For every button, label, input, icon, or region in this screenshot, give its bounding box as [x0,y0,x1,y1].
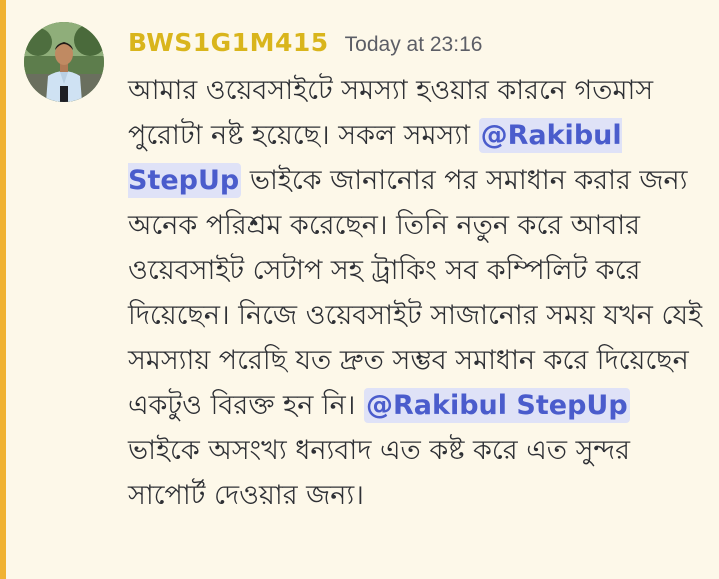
user-mention[interactable]: @Rakibul StepUp [363,388,630,423]
username[interactable]: BWS1G1M415 [128,28,329,57]
timestamp[interactable]: Today at 23:16 [345,33,483,57]
message-text: ভাইকে জানানোর পর সমাধান করার জন্য অনেক প… [128,165,703,421]
message-header: BWS1G1M415 Today at 23:16 [128,28,708,68]
avatar-image [24,22,104,102]
message-text: ভাইকে অসংখ্য ধন্যবাদ এত কষ্ট করে এত সুন্… [128,435,630,511]
mention-highlight-bar [0,0,6,579]
chat-message-container: BWS1G1M415 Today at 23:16 আমার ওয়েবসাইট… [0,0,719,579]
message: BWS1G1M415 Today at 23:16 আমার ওয়েবসাইট… [128,28,708,518]
avatar[interactable] [24,22,104,102]
message-content: আমার ওয়েবসাইটে সমস্যা হওয়ার কারনে গতমা… [128,68,708,518]
